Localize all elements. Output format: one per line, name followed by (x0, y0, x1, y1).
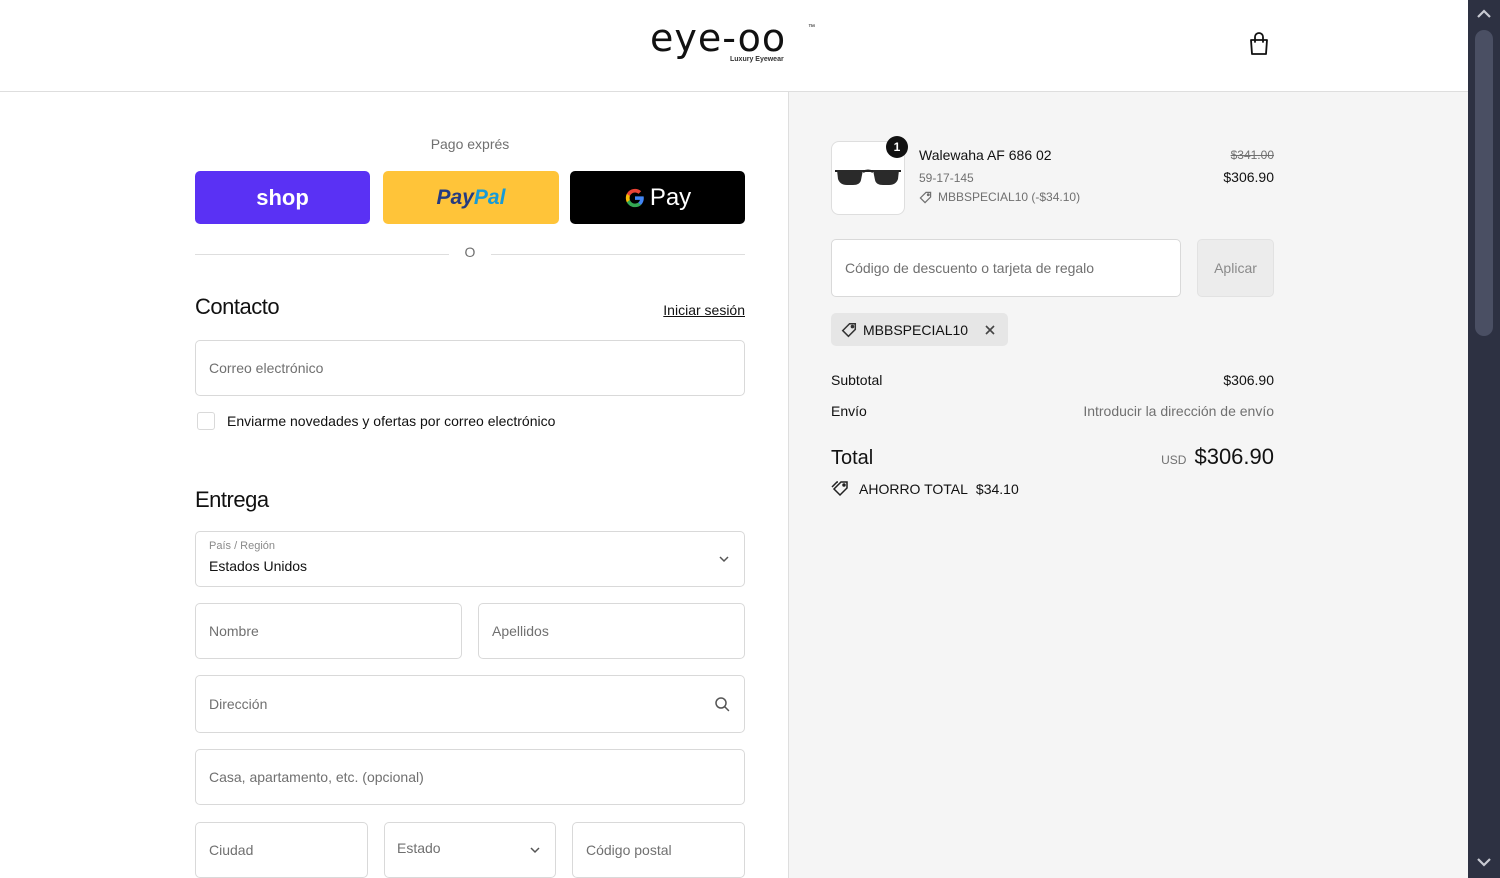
country-select-value: Estados Unidos (209, 558, 308, 574)
zip-field (572, 822, 745, 878)
country-select[interactable]: País / Región Estados Unidos (195, 531, 745, 587)
shopping-bag-icon[interactable] (1247, 31, 1271, 57)
discount-field (831, 239, 1181, 297)
brand-name: eye-oo (650, 16, 787, 60)
brand-logo[interactable]: eye-oo ™ Luxury Eyewear (650, 18, 820, 68)
close-icon[interactable] (984, 324, 996, 336)
header: eye-oo ™ Luxury Eyewear (0, 0, 1468, 92)
newsletter-option: Enviarme novedades y ofertas por correo … (197, 412, 555, 430)
tag-icon (919, 191, 932, 203)
address-field (195, 675, 745, 733)
divider-right (491, 254, 745, 255)
product-discount: MBBSPECIAL10 (-$34.10) (919, 190, 1080, 204)
login-link[interactable]: Iniciar sesión (600, 302, 745, 318)
shipping-row: Envío Introducir la dirección de envío (831, 403, 1274, 419)
product-discount-text: MBBSPECIAL10 (-$34.10) (938, 190, 1081, 204)
brand-tagline: Luxury Eyewear (730, 56, 784, 63)
google-pay-label: Pay (649, 183, 692, 211)
tag-icon (831, 481, 848, 497)
paypal-button[interactable]: Pay Pal (383, 171, 559, 224)
first-name-input[interactable] (196, 604, 461, 658)
total-row: Total USD $306.90 (831, 444, 1274, 470)
newsletter-label: Enviarme novedades y ofertas por correo … (227, 413, 556, 429)
scroll-down-icon[interactable] (1476, 856, 1492, 868)
total-amount: USD $306.90 (1161, 444, 1274, 470)
express-checkout-title: Pago exprés (430, 136, 510, 152)
search-icon[interactable] (714, 696, 730, 712)
product-original-price: $341.00 (1230, 148, 1274, 162)
google-g-icon (625, 188, 644, 207)
subtotal-row: Subtotal $306.90 (831, 372, 1274, 388)
checkout-form: Pago exprés shop Pay Pal Pay O Contacto I… (0, 92, 788, 878)
order-summary: 1 Walewaha AF 686 02 59-17-145 MBBSPECIA… (788, 92, 1468, 878)
or-separator: O (464, 244, 476, 260)
last-name-field (478, 603, 745, 659)
city-field (195, 822, 368, 878)
city-input[interactable] (196, 823, 367, 877)
product-price: $306.90 (1223, 169, 1274, 185)
subtotal-label: Subtotal (831, 372, 883, 388)
discount-input[interactable] (832, 240, 1180, 296)
tag-icon (841, 322, 857, 337)
scroll-up-icon[interactable] (1476, 8, 1492, 20)
delivery-title: Entrega (195, 487, 269, 512)
product-variant: 59-17-145 (919, 171, 974, 185)
address-input[interactable] (196, 676, 744, 732)
chevron-down-icon (530, 847, 540, 854)
currency-code: USD (1161, 453, 1187, 467)
subtotal-value: $306.90 (1223, 372, 1274, 388)
zip-input[interactable] (573, 823, 744, 877)
email-input[interactable] (196, 341, 744, 395)
apartment-field (195, 749, 745, 805)
google-pay-button[interactable]: Pay (570, 171, 745, 224)
scrollbar[interactable] (1468, 0, 1500, 878)
newsletter-checkbox[interactable] (197, 412, 215, 430)
first-name-field (195, 603, 462, 659)
state-select-placeholder: Estado (397, 840, 441, 856)
paypal-label-pay: Pay (436, 185, 474, 209)
apartment-input[interactable] (196, 750, 744, 804)
shop-pay-button[interactable]: shop (195, 171, 370, 224)
shop-pay-label: shop (256, 184, 309, 210)
applied-code-text: MBBSPECIAL10 (863, 321, 969, 338)
shipping-value: Introducir la dirección de envío (1083, 403, 1274, 419)
apply-button[interactable]: Aplicar (1197, 239, 1274, 297)
email-field (195, 340, 745, 396)
contact-title: Contacto (195, 294, 280, 319)
savings-value: $34.10 (975, 481, 1019, 497)
brand-trademark: ™ (808, 24, 815, 31)
scrollbar-thumb[interactable] (1475, 30, 1493, 336)
applied-code-chip: MBBSPECIAL10 (831, 313, 1009, 346)
shipping-label: Envío (831, 403, 867, 419)
savings-label: AHORRO TOTAL (859, 481, 968, 497)
last-name-input[interactable] (479, 604, 744, 658)
country-select-label: País / Región (209, 540, 276, 552)
total-savings: AHORRO TOTAL $34.10 (831, 480, 1019, 498)
divider-left (195, 254, 449, 255)
state-select[interactable]: Estado (384, 822, 556, 878)
paypal-label-pal: Pal (473, 185, 506, 209)
product-name: Walewaha AF 686 02 (919, 147, 1052, 163)
chevron-down-icon (719, 556, 729, 563)
quantity-badge: 1 (886, 136, 908, 158)
total-value: $306.90 (1194, 444, 1274, 469)
total-label: Total (831, 447, 874, 469)
